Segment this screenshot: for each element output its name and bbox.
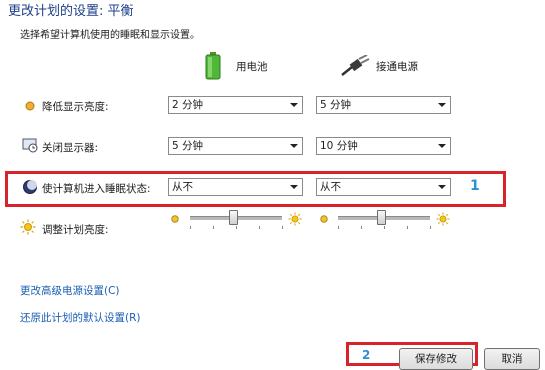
sleep-plugged-select[interactable]: 从不	[316, 178, 451, 196]
sleep-moon-icon	[22, 179, 38, 195]
dim-plugged-value: 5 分钟	[320, 99, 352, 111]
display-off-plugged-select[interactable]: 10 分钟	[316, 137, 451, 155]
advanced-power-settings-link[interactable]: 更改高级电源设置(C)	[20, 283, 120, 298]
annotation-marker-1: 1	[470, 178, 480, 194]
display-off-battery-select[interactable]: 5 分钟	[168, 137, 303, 155]
dim-plugged-select[interactable]: 5 分钟	[316, 96, 451, 114]
dim-brightness-icon	[22, 98, 38, 114]
page-subtitle: 选择希望计算机使用的睡眠和显示设置。	[20, 30, 200, 41]
sleep-battery-select[interactable]: 从不	[168, 178, 303, 196]
bright-sun-icon	[436, 212, 450, 226]
dim-display-label: 降低显示亮度:	[42, 101, 109, 113]
battery-icon	[205, 52, 221, 80]
display-off-plugged-value: 10 分钟	[320, 140, 358, 152]
battery-column-label: 用电池	[236, 61, 268, 73]
chevron-down-icon	[438, 185, 446, 189]
chevron-down-icon	[438, 144, 446, 148]
chevron-down-icon	[290, 185, 298, 189]
chevron-down-icon	[290, 144, 298, 148]
dim-battery-select[interactable]: 2 分钟	[168, 96, 303, 114]
chevron-down-icon	[290, 103, 298, 107]
cancel-button[interactable]: 取消	[484, 348, 540, 370]
sleep-label: 使计算机进入睡眠状态:	[42, 183, 151, 195]
brightness-battery-thumb[interactable]	[228, 210, 238, 225]
brightness-plugged-thumb[interactable]	[376, 210, 386, 225]
save-changes-button[interactable]: 保存修改	[399, 348, 473, 370]
dim-battery-value: 2 分钟	[172, 99, 204, 111]
dim-sun-icon	[170, 214, 180, 224]
sleep-battery-value: 从不	[172, 181, 193, 193]
chevron-down-icon	[438, 103, 446, 107]
turn-off-display-label: 关闭显示器:	[42, 142, 99, 154]
monitor-clock-icon	[22, 137, 38, 153]
brightness-label: 调整计划亮度:	[42, 224, 109, 236]
sleep-plugged-value: 从不	[320, 181, 341, 193]
page-title: 更改计划的设置: 平衡	[8, 4, 134, 19]
bright-sun-icon	[288, 212, 302, 226]
brightness-sun-icon	[20, 219, 36, 235]
power-plug-icon	[340, 54, 370, 77]
restore-defaults-link[interactable]: 还原此计划的默认设置(R)	[20, 310, 141, 325]
plugged-column-label: 接通电源	[376, 61, 418, 73]
display-off-battery-value: 5 分钟	[172, 140, 204, 152]
dim-sun-icon	[319, 214, 329, 224]
